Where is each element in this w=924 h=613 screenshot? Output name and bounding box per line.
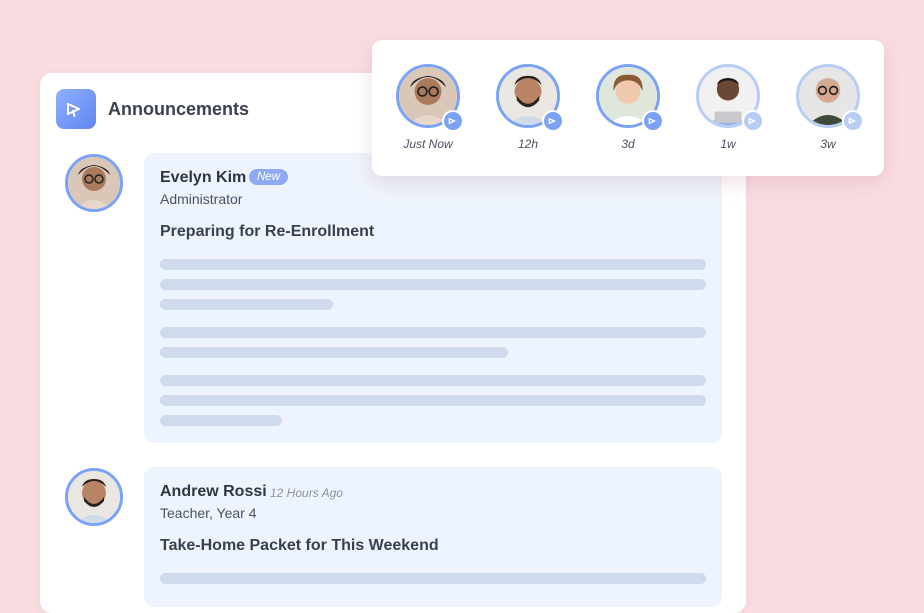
story-item[interactable]: 1w [696,64,764,151]
author-name: Evelyn Kim [160,169,247,186]
post-subject: Preparing for Re-Enrollment [160,223,375,240]
post-timestamp: 12 Hours Ago [270,486,343,500]
author-name: Andrew Rossi [160,483,267,500]
story-item[interactable]: 12h [496,64,564,151]
story-time: 3d [621,137,635,151]
text-placeholder [160,395,706,406]
text-placeholder [160,279,706,290]
megaphone-icon [442,110,464,132]
story-time: Just Now [403,137,453,151]
post-subject: Take-Home Packet for This Weekend [160,537,439,554]
text-placeholder [160,375,706,386]
megaphone-icon [742,110,764,132]
new-badge: New [249,169,289,185]
text-placeholder [160,415,282,426]
author-role: Teacher, Year 4 [160,505,257,521]
story-item[interactable]: 3d [596,64,664,151]
panel-title: Announcements [108,99,250,119]
avatar[interactable] [65,468,123,526]
text-placeholder [160,573,706,584]
avatar[interactable] [65,154,123,212]
text-placeholder [160,299,333,310]
story-item[interactable]: Just Now [396,64,464,151]
story-time: 12h [517,137,539,151]
megaphone-icon [542,110,564,132]
megaphone-icon [842,110,864,132]
megaphone-icon [642,110,664,132]
author-role: Administrator [160,191,243,207]
story-time: 1w [720,137,736,151]
story-time: 3w [820,137,836,151]
story-item[interactable]: 3w [796,64,864,151]
text-placeholder [160,327,706,338]
post-card[interactable]: Andrew Rossi 12 Hours Ago Teacher, Year … [144,467,722,607]
stories-popup: Just Now 12h 3d 1w 3w [372,40,884,176]
text-placeholder [160,259,706,270]
post-card[interactable]: Evelyn Kim New Administrator Preparing f… [144,153,722,443]
text-placeholder [160,347,508,358]
megaphone-icon[interactable] [56,89,96,129]
